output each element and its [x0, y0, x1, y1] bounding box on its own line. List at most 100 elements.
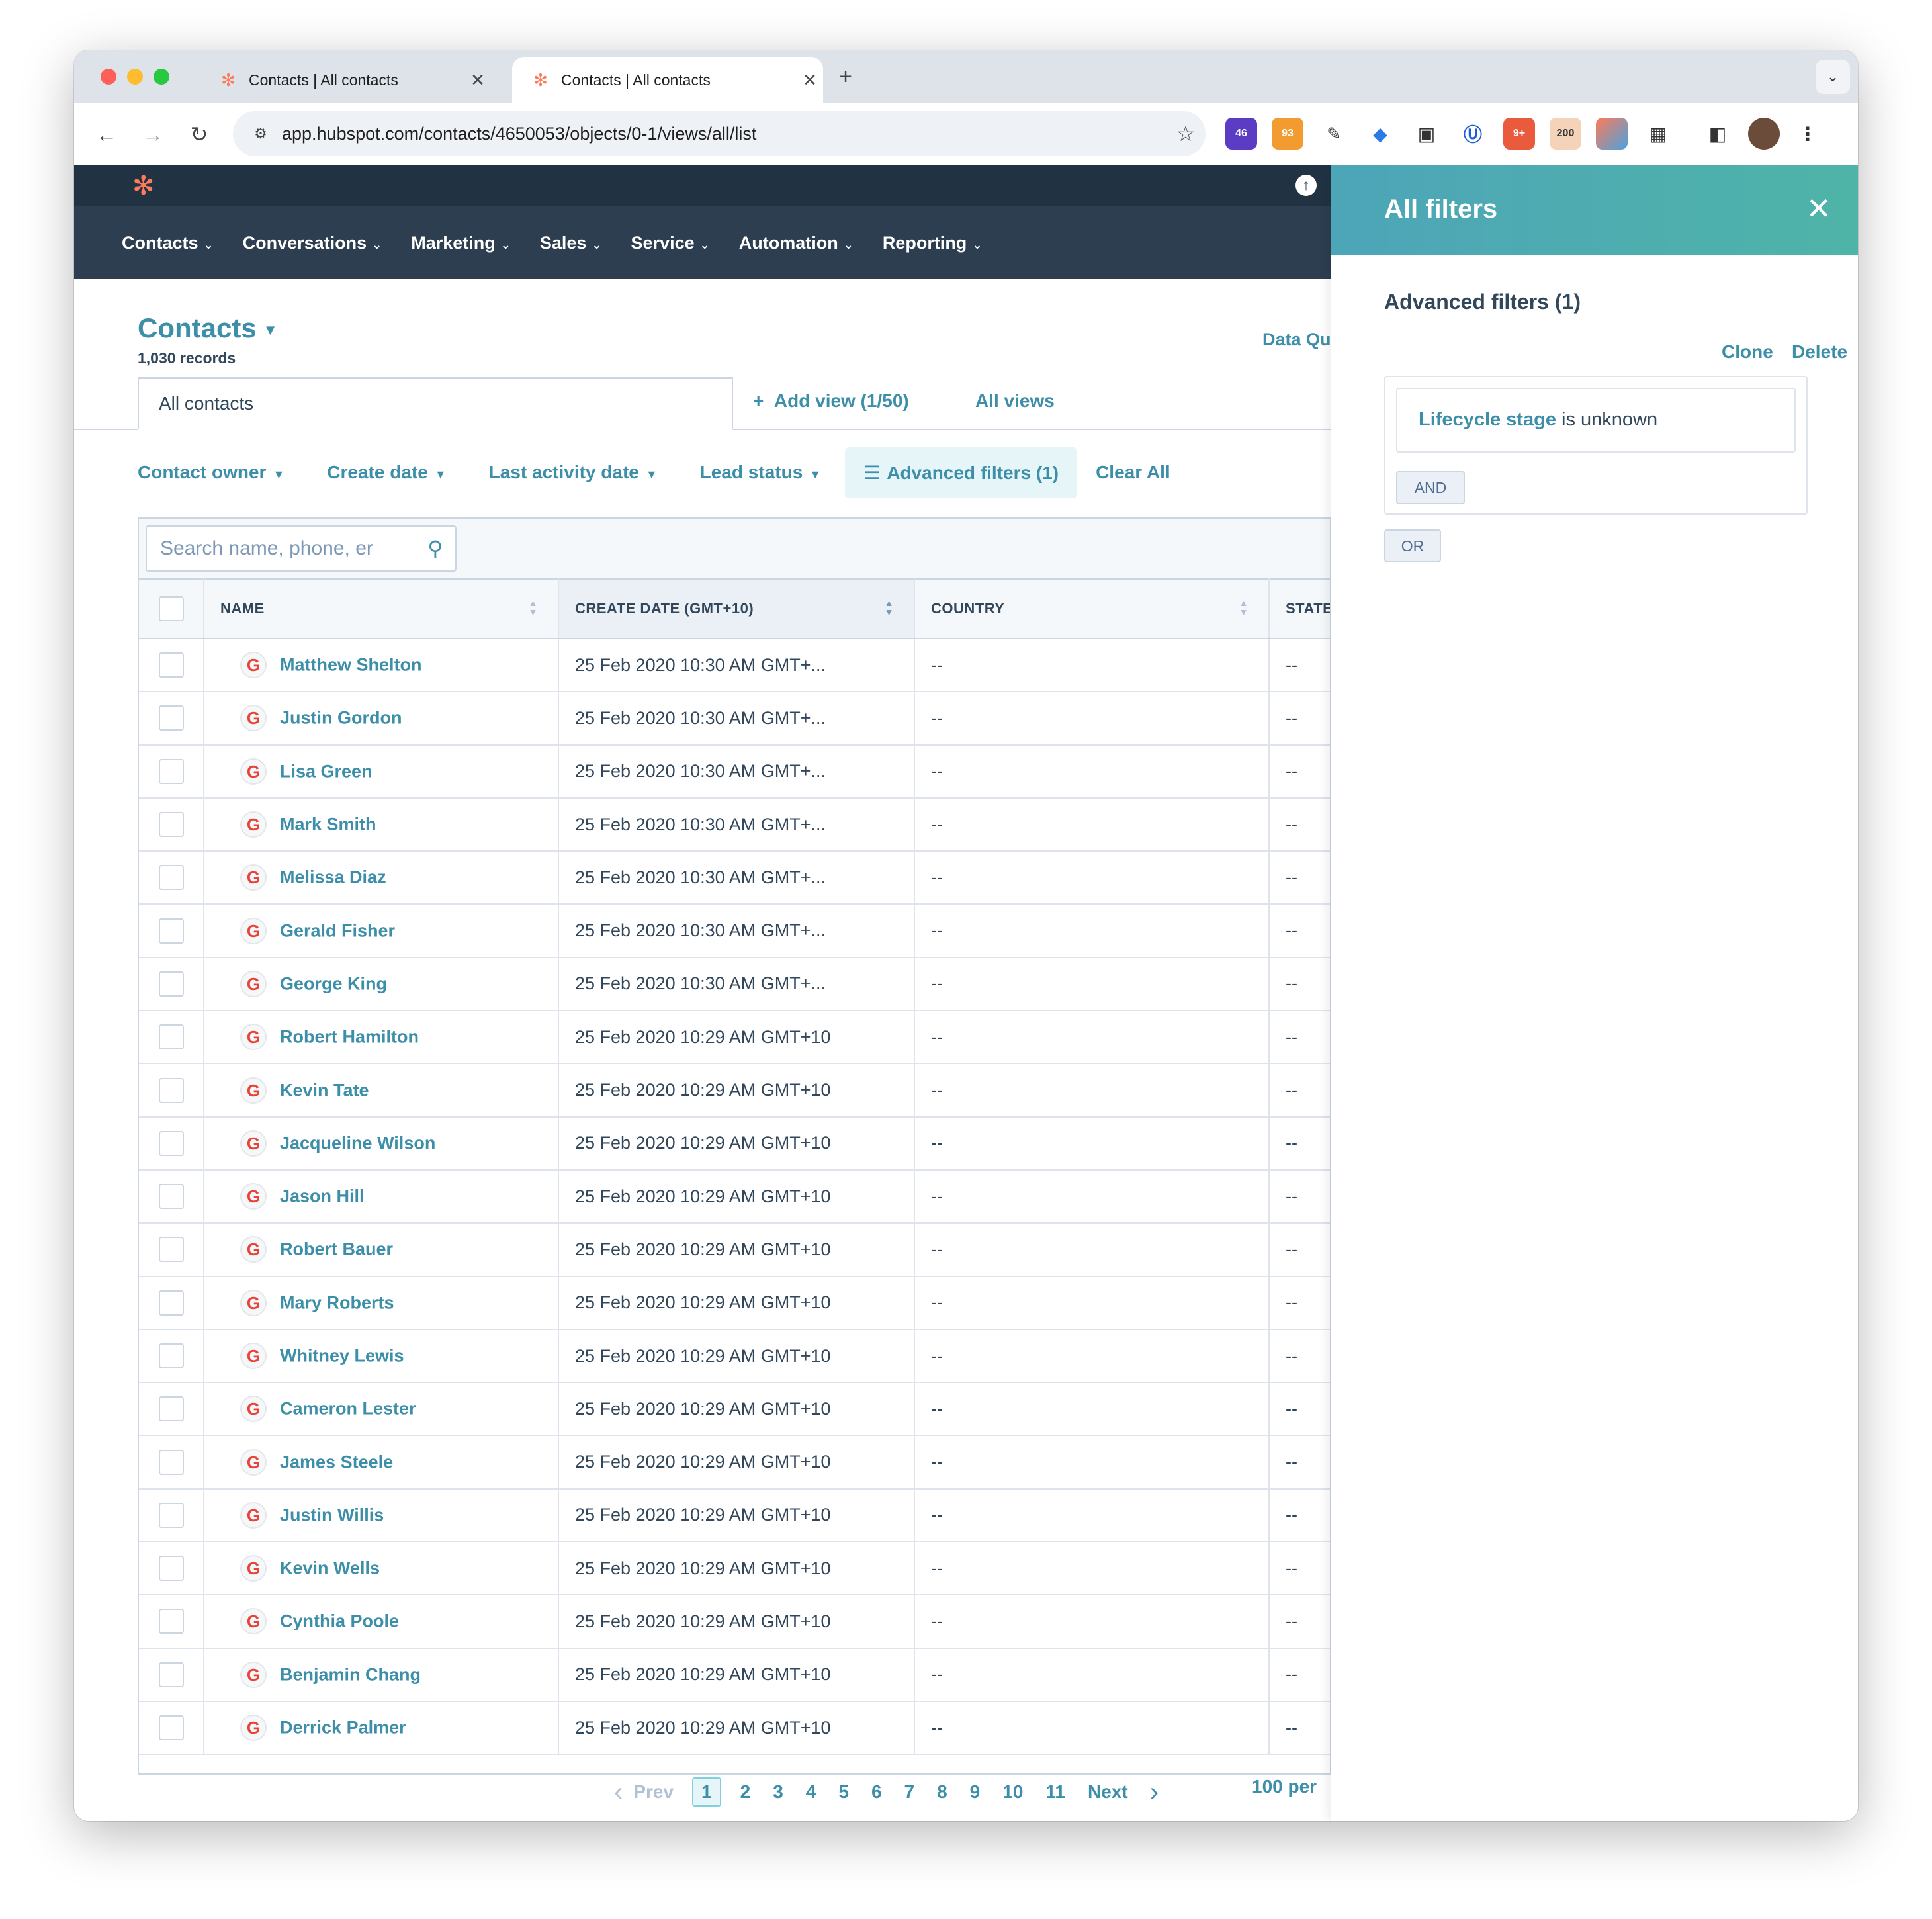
- contact-name-link[interactable]: Mark Smith: [280, 815, 376, 834]
- table-row[interactable]: G Benjamin Chang 25 Feb 2020 10:29 AM GMT+…: [139, 1648, 1330, 1702]
- page-button[interactable]: 11: [1045, 1781, 1065, 1803]
- and-button[interactable]: AND: [1396, 471, 1465, 504]
- column-header-create-date[interactable]: CREATE DATE (GMT+10) ▲ ▼: [558, 578, 915, 639]
- contact-name-link[interactable]: Jason Hill: [280, 1186, 365, 1206]
- row-checkbox[interactable]: [158, 1024, 184, 1050]
- row-checkbox[interactable]: [158, 1237, 184, 1263]
- tab-search-chevron-icon[interactable]: ⌄: [1816, 60, 1850, 94]
- search-input[interactable]: Search name, phone, er ⚲: [146, 525, 457, 572]
- contact-name-link[interactable]: Gerald Fisher: [280, 920, 395, 940]
- row-checkbox[interactable]: [158, 1396, 184, 1422]
- contact-name-link[interactable]: Benjamin Chang: [280, 1664, 421, 1684]
- contact-name-link[interactable]: Cynthia Poole: [280, 1611, 399, 1631]
- contact-name-link[interactable]: Matthew Shelton: [280, 655, 422, 675]
- all-views-link[interactable]: All views: [975, 390, 1055, 412]
- contact-name-link[interactable]: Mary Roberts: [280, 1292, 394, 1312]
- column-header-state[interactable]: STATE: [1269, 578, 1330, 639]
- column-header-name[interactable]: NAME ▲ ▼: [204, 578, 559, 639]
- contact-name-link[interactable]: Whitney Lewis: [280, 1346, 404, 1366]
- page-button[interactable]: 9: [970, 1781, 981, 1803]
- maximize-window-button[interactable]: [154, 69, 169, 85]
- hubspot-logo-icon[interactable]: ✻: [132, 171, 155, 201]
- table-row[interactable]: G Mary Roberts 25 Feb 2020 10:29 AM GMT+10…: [139, 1276, 1330, 1330]
- row-checkbox[interactable]: [158, 652, 184, 678]
- advanced-filters-button[interactable]: ☰ Advanced filters (1): [845, 447, 1078, 498]
- close-window-button[interactable]: [101, 69, 116, 85]
- extension-2-icon[interactable]: 93: [1272, 118, 1303, 150]
- nav-contacts[interactable]: Contacts ⌄: [122, 233, 214, 253]
- row-checkbox[interactable]: [158, 758, 184, 784]
- row-checkbox[interactable]: [158, 1343, 184, 1368]
- table-row[interactable]: G Robert Hamilton 25 Feb 2020 10:29 AM GMT…: [139, 1010, 1330, 1065]
- password-manager-icon[interactable]: Ⓤ: [1457, 118, 1489, 150]
- page-button[interactable]: 1: [692, 1777, 721, 1807]
- contact-name-link[interactable]: Kevin Wells: [280, 1558, 380, 1578]
- table-row[interactable]: G Matthew Shelton 25 Feb 2020 10:30 AM GMT…: [139, 639, 1330, 693]
- contact-name-link[interactable]: Derrick Palmer: [280, 1718, 406, 1738]
- row-checkbox[interactable]: [158, 1662, 184, 1687]
- table-row[interactable]: G James Steele 25 Feb 2020 10:29 AM GMT+10…: [139, 1435, 1330, 1490]
- contact-name-link[interactable]: Justin Willis: [280, 1505, 384, 1525]
- table-row[interactable]: G Kevin Wells 25 Feb 2020 10:29 AM GMT+10-…: [139, 1542, 1330, 1596]
- nav-service[interactable]: Service ⌄: [631, 233, 710, 253]
- table-row[interactable]: G Mark Smith 25 Feb 2020 10:30 AM GMT+... -…: [139, 797, 1330, 852]
- delete-button[interactable]: Delete: [1792, 341, 1847, 363]
- or-button[interactable]: OR: [1384, 529, 1441, 562]
- select-all-checkbox[interactable]: [158, 596, 184, 621]
- reload-icon[interactable]: ↻: [184, 119, 214, 150]
- row-checkbox[interactable]: [158, 1715, 184, 1741]
- create-date-filter[interactable]: Create date ▼: [327, 462, 446, 483]
- side-panel-icon[interactable]: ◧: [1702, 118, 1734, 150]
- profile-avatar-icon[interactable]: [1748, 118, 1780, 150]
- contact-name-link[interactable]: Kevin Tate: [280, 1080, 369, 1100]
- contact-name-link[interactable]: James Steele: [280, 1452, 393, 1472]
- table-row[interactable]: G Cameron Lester 25 Feb 2020 10:29 AM GMT+…: [139, 1382, 1330, 1437]
- nav-conversations[interactable]: Conversations ⌄: [243, 233, 382, 253]
- table-row[interactable]: G Justin Gordon 25 Feb 2020 10:30 AM GMT+.…: [139, 692, 1330, 746]
- upgrade-arrow-icon[interactable]: ↑: [1295, 175, 1317, 196]
- document-extension-icon[interactable]: ▣: [1411, 118, 1442, 150]
- contact-name-link[interactable]: Cameron Lester: [280, 1399, 416, 1419]
- pen-extension-icon[interactable]: ✎: [1318, 118, 1350, 150]
- contact-name-link[interactable]: George King: [280, 973, 387, 993]
- nav-automation[interactable]: Automation ⌄: [739, 233, 854, 253]
- last-activity-date-filter[interactable]: Last activity date ▼: [489, 462, 658, 483]
- clone-button[interactable]: Clone: [1722, 341, 1773, 363]
- row-checkbox[interactable]: [158, 1609, 184, 1634]
- lead-status-filter[interactable]: Lead status ▼: [700, 462, 821, 483]
- table-row[interactable]: G Robert Bauer 25 Feb 2020 10:29 AM GMT+10…: [139, 1223, 1330, 1277]
- back-arrow-icon[interactable]: ←: [91, 119, 122, 150]
- extension-1-icon[interactable]: 46: [1225, 118, 1257, 150]
- browser-tab-1[interactable]: ✻ Contacts | All contacts ✕: [200, 57, 491, 103]
- table-row[interactable]: G Whitney Lewis 25 Feb 2020 10:29 AM GMT+1…: [139, 1329, 1330, 1384]
- table-row[interactable]: G Cynthia Poole 25 Feb 2020 10:29 AM GMT+1…: [139, 1595, 1330, 1649]
- column-header-country[interactable]: COUNTRY ▲ ▼: [914, 578, 1270, 639]
- search-icon[interactable]: ⚲: [416, 536, 455, 561]
- tab-all-contacts[interactable]: All contacts: [138, 377, 733, 430]
- nav-reporting[interactable]: Reporting ⌄: [883, 233, 983, 253]
- new-tab-icon[interactable]: +: [832, 64, 859, 90]
- row-checkbox[interactable]: [158, 1077, 184, 1103]
- contact-name-link[interactable]: Robert Bauer: [280, 1239, 393, 1259]
- extension-3-icon[interactable]: 9+: [1503, 118, 1535, 150]
- browser-menu-icon[interactable]: ⋮: [1792, 118, 1823, 150]
- tag-extension-icon[interactable]: ◆: [1364, 118, 1396, 150]
- forward-arrow-icon[interactable]: →: [138, 119, 168, 150]
- puzzle-extensions-icon[interactable]: ▦: [1642, 118, 1674, 150]
- page-button[interactable]: 7: [904, 1781, 915, 1803]
- minimize-window-button[interactable]: [127, 69, 143, 85]
- row-checkbox[interactable]: [158, 971, 184, 997]
- row-checkbox[interactable]: [158, 1449, 184, 1475]
- address-bar[interactable]: ⚙ app.hubspot.com/contacts/4650053/objec…: [233, 111, 1206, 156]
- nav-sales[interactable]: Sales ⌄: [540, 233, 602, 253]
- table-row[interactable]: G Lisa Green 25 Feb 2020 10:30 AM GMT+... -…: [139, 744, 1330, 799]
- page-button[interactable]: 8: [937, 1781, 947, 1803]
- page-button[interactable]: 6: [871, 1781, 882, 1803]
- browser-tab-2[interactable]: ✻ Contacts | All contacts ✕: [512, 57, 823, 103]
- add-view-button[interactable]: + Add view (1/50): [753, 390, 909, 412]
- prev-page-button[interactable]: Prev: [633, 1781, 674, 1803]
- page-button[interactable]: 10: [1002, 1781, 1023, 1803]
- row-checkbox[interactable]: [158, 1290, 184, 1316]
- row-checkbox[interactable]: [158, 918, 184, 944]
- table-row[interactable]: G Derrick Palmer 25 Feb 2020 10:29 AM GMT+…: [139, 1701, 1330, 1756]
